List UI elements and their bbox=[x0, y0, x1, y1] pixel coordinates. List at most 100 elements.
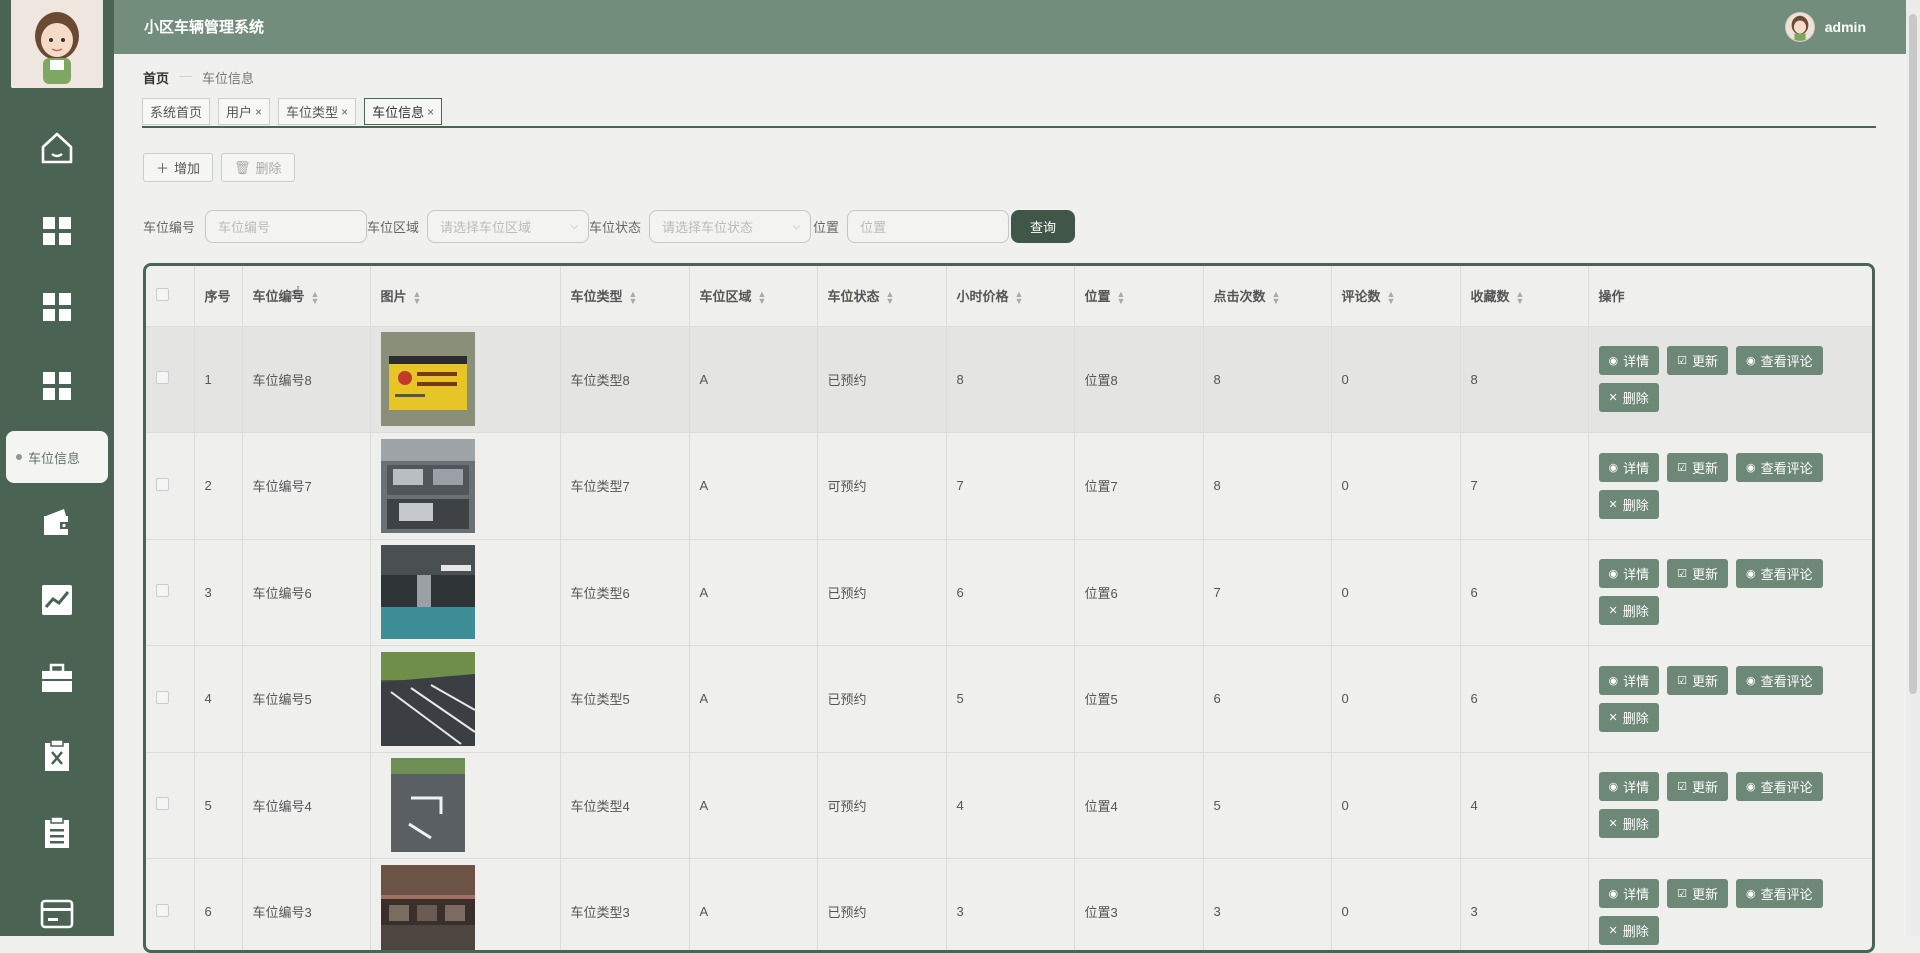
sidebar-item-parking-info[interactable]: 车位信息 bbox=[6, 431, 108, 483]
breadcrumb-home[interactable]: 首页 bbox=[143, 68, 169, 87]
sort-icon[interactable]: ▲▼ bbox=[1117, 291, 1125, 305]
tab-parking-info[interactable]: 车位信息× bbox=[364, 98, 442, 125]
sort-icon[interactable]: ▲▼ bbox=[413, 291, 421, 305]
briefcase-icon[interactable] bbox=[38, 660, 76, 698]
home-icon[interactable] bbox=[38, 129, 76, 167]
clipboard-x-icon[interactable] bbox=[38, 737, 76, 775]
cell-image bbox=[370, 539, 560, 646]
parking-photo[interactable] bbox=[381, 545, 560, 639]
area-select[interactable]: 请选择车位区域⌵ bbox=[427, 210, 589, 243]
sort-icon[interactable]: ▲▼ bbox=[629, 291, 637, 305]
sort-icon[interactable]: ▲▼ bbox=[758, 291, 766, 305]
close-icon[interactable]: × bbox=[427, 105, 434, 119]
view-comments-button[interactable]: ◉查看评论 bbox=[1736, 346, 1823, 375]
wallet-icon[interactable] bbox=[38, 504, 76, 542]
row-checkbox[interactable] bbox=[156, 371, 169, 384]
row-checkbox[interactable] bbox=[156, 691, 169, 704]
column-header[interactable]: 车位状态▲▼ bbox=[817, 266, 946, 326]
update-button[interactable]: ☑更新 bbox=[1667, 453, 1728, 482]
column-header[interactable]: 车位类型▲▼ bbox=[560, 266, 689, 326]
batch-delete-button[interactable]: 🗑删除 bbox=[221, 153, 295, 182]
update-button[interactable]: ☑更新 bbox=[1667, 666, 1728, 695]
grid-icon[interactable] bbox=[38, 367, 76, 405]
close-icon[interactable]: × bbox=[255, 105, 262, 119]
detail-button[interactable]: ◉详情 bbox=[1599, 772, 1660, 801]
detail-button[interactable]: ◉详情 bbox=[1599, 666, 1660, 695]
detail-button[interactable]: ◉详情 bbox=[1599, 453, 1660, 482]
trend-chart-icon[interactable] bbox=[38, 581, 76, 619]
tab-parking-type[interactable]: 车位类型× bbox=[278, 98, 356, 125]
query-button[interactable]: 查询 bbox=[1011, 210, 1075, 243]
close-icon[interactable]: × bbox=[341, 105, 348, 119]
scrollbar-thumb[interactable] bbox=[1909, 14, 1917, 694]
status-select[interactable]: 请选择车位状态⌵ bbox=[649, 210, 811, 243]
column-header[interactable]: 收藏数▲▼ bbox=[1460, 266, 1588, 326]
page-scrollbar[interactable] bbox=[1906, 0, 1920, 936]
detail-button[interactable]: ◉详情 bbox=[1599, 559, 1660, 588]
grid-icon[interactable] bbox=[38, 212, 76, 250]
edit-icon: ☑ bbox=[1677, 354, 1687, 367]
code-input[interactable]: 车位编号 bbox=[205, 210, 367, 243]
tab-label: 车位信息 bbox=[372, 102, 424, 121]
user-menu[interactable]: admin bbox=[1785, 12, 1866, 42]
column-header[interactable]: 小时价格▲▼ bbox=[946, 266, 1074, 326]
column-header[interactable]: 点击次数▲▼ bbox=[1203, 266, 1331, 326]
sort-icon[interactable]: ▲▼ bbox=[1516, 291, 1524, 305]
update-button[interactable]: ☑更新 bbox=[1667, 772, 1728, 801]
view-comments-button[interactable]: ◉查看评论 bbox=[1736, 453, 1823, 482]
detail-button[interactable]: ◉详情 bbox=[1599, 346, 1660, 375]
row-checkbox[interactable] bbox=[156, 904, 169, 917]
tab-system-home[interactable]: 系统首页 bbox=[142, 98, 210, 125]
row-checkbox[interactable] bbox=[156, 478, 169, 491]
eye-icon: ◉ bbox=[1609, 887, 1619, 900]
row-checkbox[interactable] bbox=[156, 584, 169, 597]
parking-photo[interactable] bbox=[381, 758, 560, 852]
sort-icon[interactable]: ▲▼ bbox=[1272, 291, 1280, 305]
update-button[interactable]: ☑更新 bbox=[1667, 346, 1728, 375]
parking-photo[interactable] bbox=[381, 332, 560, 426]
delete-button[interactable]: ✕删除 bbox=[1599, 383, 1659, 412]
table-row[interactable]: 4车位编号5车位类型5A已预约5位置5606◉详情☑更新◉查看评论✕删除 bbox=[146, 646, 1872, 753]
sort-icon[interactable]: ▲▼ bbox=[886, 291, 894, 305]
parking-photo[interactable] bbox=[381, 439, 560, 533]
view-comments-button[interactable]: ◉查看评论 bbox=[1736, 772, 1823, 801]
view-comments-button[interactable]: ◉查看评论 bbox=[1736, 879, 1823, 908]
select-all-checkbox[interactable] bbox=[156, 288, 169, 301]
column-header[interactable]: 车位编号▲▼ bbox=[242, 266, 370, 326]
update-button[interactable]: ☑更新 bbox=[1667, 559, 1728, 588]
delete-button[interactable]: ✕删除 bbox=[1599, 916, 1659, 945]
column-header[interactable]: 图片▲▼ bbox=[370, 266, 560, 326]
delete-button[interactable]: ✕删除 bbox=[1599, 490, 1659, 519]
view-comments-button[interactable]: ◉查看评论 bbox=[1736, 666, 1823, 695]
table-row[interactable]: 2车位编号7车位类型7A可预约7位置7807◉详情☑更新◉查看评论✕删除 bbox=[146, 433, 1872, 540]
tab-user[interactable]: 用户× bbox=[218, 98, 270, 125]
cell-image bbox=[370, 433, 560, 540]
detail-button[interactable]: ◉详情 bbox=[1599, 879, 1660, 908]
parking-photo[interactable] bbox=[381, 865, 560, 953]
table-row[interactable]: 6车位编号3车位类型3A已预约3位置3303◉详情☑更新◉查看评论✕删除 bbox=[146, 859, 1872, 953]
table-row[interactable]: 5车位编号4车位类型4A可预约4位置4504◉详情☑更新◉查看评论✕删除 bbox=[146, 752, 1872, 859]
sort-icon[interactable]: ▲▼ bbox=[1015, 291, 1023, 305]
delete-button[interactable]: ✕删除 bbox=[1599, 809, 1659, 838]
row-checkbox[interactable] bbox=[156, 797, 169, 810]
cell-favorites: 6 bbox=[1460, 539, 1588, 646]
sort-icon[interactable]: ▲▼ bbox=[311, 291, 319, 305]
grid-icon[interactable] bbox=[38, 288, 76, 326]
clipboard-list-icon[interactable] bbox=[38, 814, 76, 852]
delete-button[interactable]: ✕删除 bbox=[1599, 596, 1659, 625]
column-header[interactable]: 评论数▲▼ bbox=[1331, 266, 1460, 326]
column-header[interactable]: 车位区域▲▼ bbox=[689, 266, 817, 326]
tab-bar: 系统首页 用户× 车位类型× 车位信息× bbox=[142, 98, 1876, 128]
column-header[interactable]: 位置▲▼ bbox=[1074, 266, 1203, 326]
view-comments-button[interactable]: ◉查看评论 bbox=[1736, 559, 1823, 588]
add-button[interactable]: ＋增加 bbox=[143, 153, 213, 182]
update-button[interactable]: ☑更新 bbox=[1667, 879, 1728, 908]
table-row[interactable]: 3车位编号6车位类型6A已预约6位置6706◉详情☑更新◉查看评论✕删除 bbox=[146, 539, 1872, 646]
column-header: 序号 bbox=[194, 266, 242, 326]
parking-photo[interactable] bbox=[381, 652, 560, 746]
delete-button[interactable]: ✕删除 bbox=[1599, 703, 1659, 732]
position-input[interactable]: 位置 bbox=[847, 210, 1009, 243]
card-icon[interactable] bbox=[38, 895, 76, 933]
sort-icon[interactable]: ▲▼ bbox=[1387, 291, 1395, 305]
table-row[interactable]: 1车位编号8车位类型8A已预约8位置8808◉详情☑更新◉查看评论✕删除 bbox=[146, 326, 1872, 433]
